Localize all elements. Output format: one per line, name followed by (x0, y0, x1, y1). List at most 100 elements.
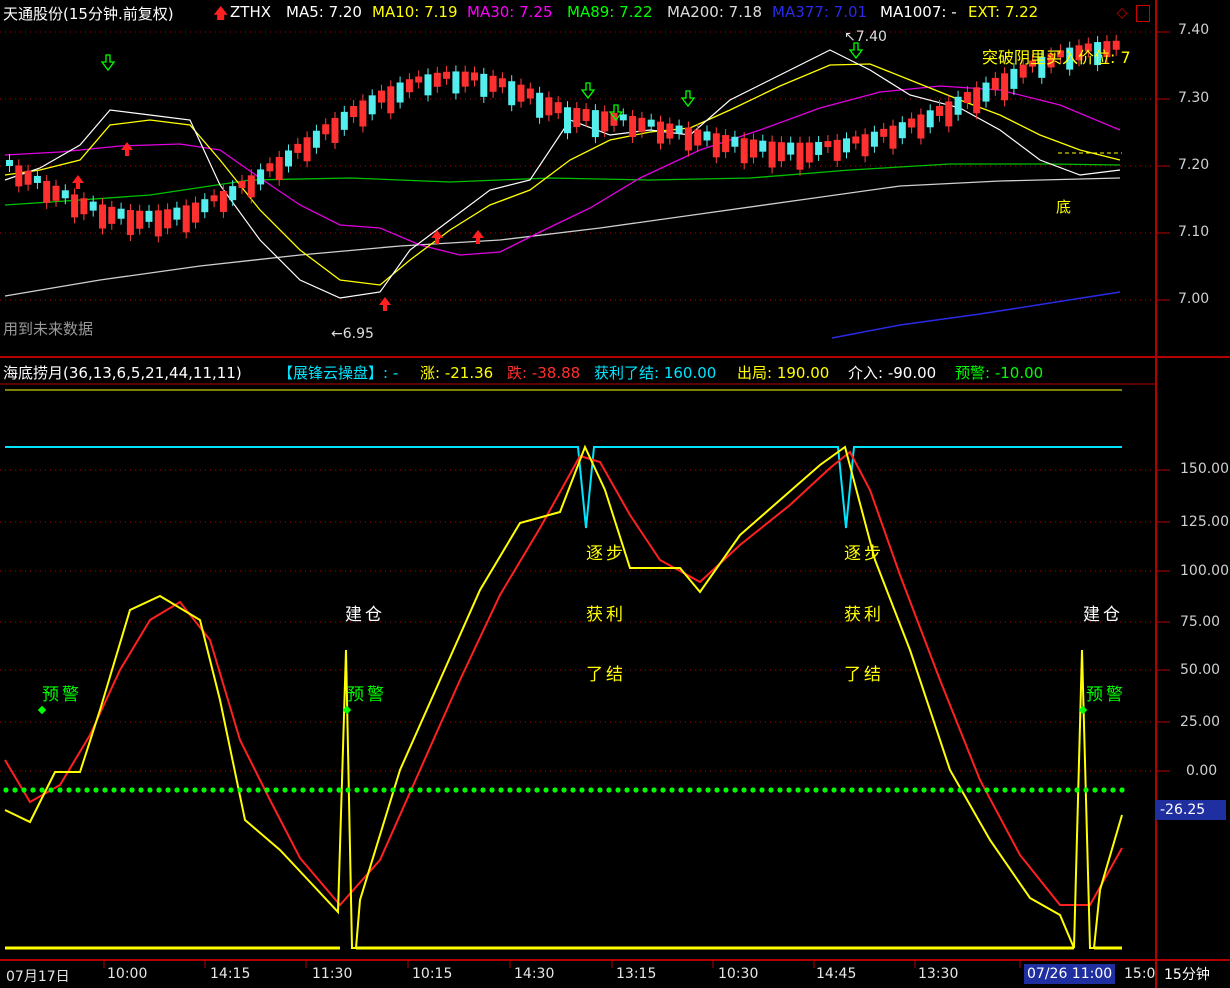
warning-level-dot (435, 787, 441, 793)
warning-level-dot (93, 787, 99, 793)
warning-level-dot (525, 787, 531, 793)
warning-level-dot (975, 787, 981, 793)
warning-level-dot (1056, 787, 1062, 793)
warning-level-dot (1020, 787, 1026, 793)
candle-body (833, 139, 841, 161)
ma377-line (831, 291, 1121, 339)
warning-level-dot (48, 787, 54, 793)
indicator-tick: 75.00 (1180, 614, 1221, 630)
warning-level-dot (201, 787, 207, 793)
candle-body (257, 169, 265, 185)
warning-level-dot (309, 787, 315, 793)
warning-level-dot (894, 787, 900, 793)
warning-level-dot (291, 787, 297, 793)
ma89-value: MA89: 7.22 (567, 3, 653, 21)
indicator-tick: 150.00 (1180, 461, 1229, 477)
warning-level-dot (588, 787, 594, 793)
diamond-icon[interactable]: ◇ (1115, 6, 1129, 20)
candle-body (6, 160, 13, 166)
candle-body (908, 118, 916, 128)
candle-body (777, 142, 785, 162)
candle-body (443, 71, 451, 79)
candle-body (945, 101, 953, 127)
time-tick: 07月17日 (6, 969, 70, 985)
warning-level-dot (993, 787, 999, 793)
warning-level-dot (678, 787, 684, 793)
candle-body (750, 139, 757, 158)
candle-body (675, 125, 683, 134)
warning-level-dot (255, 787, 261, 793)
buy-arrow-icon (431, 230, 443, 244)
candle-body (852, 136, 860, 144)
candle-body (303, 137, 311, 162)
time-tick: 14:45 (816, 966, 857, 982)
warning-level-dot (138, 787, 144, 793)
sell-arrow-icon (100, 54, 116, 72)
value-fall: 跌: -38.88 (507, 364, 581, 382)
indicator-tag: ZTHX (230, 3, 271, 21)
candle-body (489, 75, 497, 92)
price-tick: 7.10 (1178, 224, 1210, 240)
warning-level-dot (768, 787, 774, 793)
warning-level-dot (30, 787, 36, 793)
warning-level-dot (786, 787, 792, 793)
warning-level-dot (111, 787, 117, 793)
candle-body (378, 90, 385, 103)
buy-arrow-icon (121, 142, 133, 156)
candle-body (210, 195, 218, 202)
warning-level-dot (1002, 787, 1008, 793)
warning-level-dot (399, 787, 405, 793)
warning-level-dot (66, 787, 72, 793)
warning-level-dot (948, 787, 954, 793)
warning-level-dot (867, 787, 873, 793)
candle-body (666, 123, 674, 139)
candle-body (415, 76, 423, 83)
signal-step-2: 逐步 (844, 544, 884, 564)
warning-level-dot (714, 787, 720, 793)
period-button[interactable]: 15分钟 (1164, 964, 1210, 984)
high-price-label: ↖7.40 (844, 29, 887, 45)
warning-level-dot (624, 787, 630, 793)
sell-arrow-icon (680, 90, 696, 108)
rise-line (4, 444, 1123, 949)
chart-canvas[interactable] (0, 0, 1230, 988)
window-restore-button[interactable] (1136, 5, 1150, 22)
candle-body (870, 131, 878, 147)
candle-body (433, 72, 441, 87)
ma200-value: MA200: 7.18 (667, 3, 763, 21)
value-rise: 涨: -21.36 (420, 364, 494, 382)
warning-level-dot (741, 787, 747, 793)
indicator-tick: 50.00 (1180, 662, 1221, 678)
candle-body (740, 138, 748, 164)
warning-level-dot (687, 787, 693, 793)
warning-level-dot (507, 787, 513, 793)
warning-level-dot (804, 787, 810, 793)
candle-body (647, 119, 655, 127)
warning-level-dot (381, 787, 387, 793)
candle-body (136, 210, 144, 229)
value-exit: 出局: 190.00 (737, 364, 830, 382)
signal-build-1: 建仓 (345, 605, 385, 625)
warning-level-dot (147, 787, 153, 793)
ma89-line (4, 163, 1121, 206)
candle-body (1001, 73, 1009, 101)
warning-level-dot (300, 787, 306, 793)
candle-body (219, 190, 227, 212)
stock-title: 天通股份(15分钟.前复权) (3, 5, 174, 23)
candle-body (564, 107, 571, 134)
warning-level-dot (219, 787, 225, 793)
candle-body (238, 180, 246, 188)
candle-body (638, 117, 646, 132)
candle-body (694, 129, 702, 146)
warning-level-dot (1038, 787, 1044, 793)
warning-level-dot (669, 787, 675, 793)
warning-level-dot (12, 787, 18, 793)
candle-body (815, 141, 823, 155)
candle-body (350, 106, 358, 118)
candle-body (917, 114, 925, 139)
warning-level-dot (1074, 787, 1080, 793)
indicator-tick: 125.00 (1180, 514, 1229, 530)
warning-level-dot (930, 787, 936, 793)
candle-body (508, 81, 516, 106)
indicator-tick: 100.00 (1180, 563, 1229, 579)
